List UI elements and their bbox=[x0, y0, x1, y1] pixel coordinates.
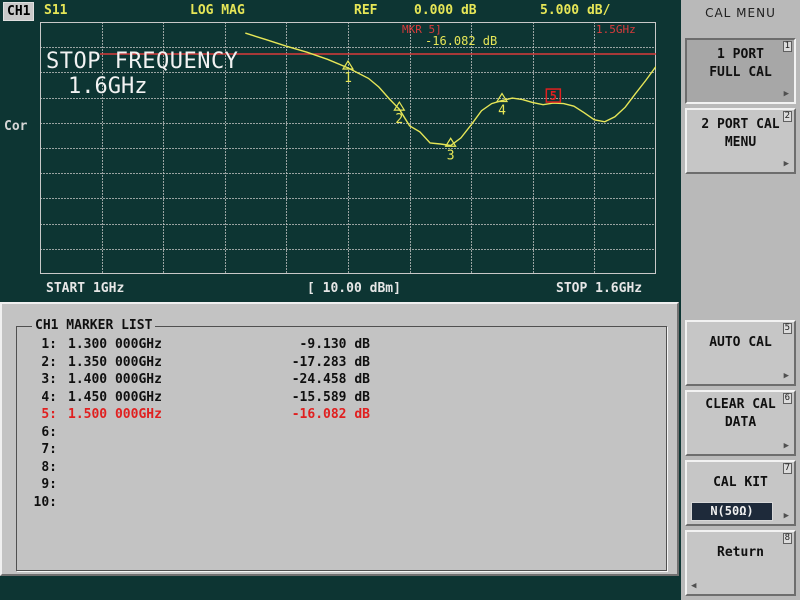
marker-list-row: 9: bbox=[2, 477, 662, 494]
marker-frequency: 1.500 000GHz bbox=[68, 407, 162, 422]
softkey-label-line1: CLEAR CAL bbox=[705, 397, 776, 412]
source-power: [ 10.00 dBm] bbox=[307, 281, 401, 296]
marker-index: 1: bbox=[41, 337, 57, 352]
marker-index: 5: bbox=[41, 407, 57, 422]
softkey-label-line1: CAL KIT bbox=[713, 475, 768, 490]
marker-list-row: 7: bbox=[2, 442, 662, 459]
marker-index: 9: bbox=[41, 477, 57, 492]
correction-indicator: Cor bbox=[4, 119, 28, 134]
softkey-label-line1: 2 PORT CAL bbox=[701, 117, 780, 132]
marker-4-label: 4 bbox=[498, 104, 506, 119]
marker-frequency: 1.300 000GHz bbox=[68, 337, 162, 352]
analyzer-screen: CH1 S11 LOG MAG REF 0.000 dB 5.000 dB/ C… bbox=[0, 0, 681, 600]
marker-frequency: 1.350 000GHz bbox=[68, 354, 162, 370]
submenu-arrow-icon: ▶ bbox=[783, 441, 789, 451]
softkey-label-line2: FULL CAL bbox=[709, 65, 772, 80]
softkey-number: 5 bbox=[782, 323, 792, 334]
softkey-menu: CAL MENU 1 1 PORT FULL CAL ▶ 2 2 PORT CA… bbox=[681, 0, 800, 600]
marker-index: 2: bbox=[41, 354, 57, 370]
marker-list-row: 3: 1.400 000GHz -24.458 dB bbox=[2, 372, 662, 389]
softkey-label-line1: 1 PORT bbox=[717, 47, 764, 62]
marker-value: -15.589 dB bbox=[291, 389, 370, 405]
bottom-status-bar: START 1GHz [ 10.00 dBm] STOP 1.6GHz bbox=[0, 280, 681, 298]
marker-list-title: CH1 MARKER LIST bbox=[32, 318, 156, 333]
marker-list-row: 8: bbox=[2, 460, 662, 477]
cal-kit-button[interactable]: 7 CAL KIT N(50Ω) ▶ bbox=[685, 460, 796, 526]
parameter-label: S11 bbox=[44, 3, 68, 18]
submenu-arrow-icon: ▶ bbox=[783, 89, 789, 99]
marker-list-row: 2: 1.350 000GHz -17.283 dB bbox=[2, 355, 662, 372]
marker-list-row: 10: bbox=[2, 495, 662, 512]
active-marker-value: -16.082 dB bbox=[425, 34, 498, 48]
back-arrow-icon: ◀ bbox=[691, 581, 697, 591]
marker-index: 7: bbox=[41, 442, 57, 457]
one-port-full-cal-button[interactable]: 1 1 PORT FULL CAL ▶ bbox=[685, 38, 796, 104]
softkey-label-line1: AUTO CAL bbox=[709, 335, 772, 350]
stop-frequency: STOP 1.6GHz bbox=[556, 281, 643, 296]
marker-list-row: 5: 1.500 000GHz -16.082 dB bbox=[2, 407, 662, 424]
marker-index: 8: bbox=[41, 459, 57, 475]
scale-value: 5.000 dB/ bbox=[540, 3, 611, 18]
active-marker-frequency: 1.5GHz bbox=[596, 23, 636, 36]
submenu-arrow-icon: ▶ bbox=[783, 159, 789, 169]
marker-1-label: 1 bbox=[344, 71, 352, 86]
marker-list-row: 4: 1.450 000GHz -15.589 dB bbox=[2, 390, 662, 407]
submenu-arrow-icon: ▶ bbox=[783, 511, 789, 521]
format-label: LOG MAG bbox=[190, 3, 245, 18]
top-status-bar: CH1 S11 LOG MAG REF 0.000 dB 5.000 dB/ bbox=[0, 0, 681, 22]
marker-list-row: 1: 1.300 000GHz -9.130 dB bbox=[2, 337, 662, 354]
ref-value: 0.000 dB bbox=[414, 3, 477, 18]
softkey-label-line1: Return bbox=[717, 545, 764, 560]
ref-label: REF bbox=[354, 3, 378, 18]
entry-title: STOP FREQUENCY bbox=[46, 49, 239, 74]
clear-cal-data-button[interactable]: 6 CLEAR CAL DATA ▶ bbox=[685, 390, 796, 456]
entry-value: 1.6GHz bbox=[68, 74, 148, 99]
softkey-label-line2: DATA bbox=[724, 415, 757, 430]
marker-index: 6: bbox=[41, 424, 57, 440]
softkey-number: 7 bbox=[782, 463, 792, 474]
softkey-number: 8 bbox=[782, 533, 792, 544]
return-button[interactable]: 8 Return ◀ bbox=[685, 530, 796, 596]
marker-frequency: 1.400 000GHz bbox=[68, 372, 162, 387]
channel-label[interactable]: CH1 bbox=[3, 2, 35, 21]
marker-list-row: 6: bbox=[2, 425, 662, 442]
marker-index: 3: bbox=[41, 372, 57, 387]
marker-list-panel: CH1 MARKER LIST 1: 1.300 000GHz -9.130 dB 2… bbox=[0, 302, 679, 576]
marker-value: -24.458 dB bbox=[291, 372, 370, 387]
marker-3-label: 3 bbox=[447, 148, 455, 163]
marker-index: 10: bbox=[33, 494, 57, 510]
start-frequency: START 1GHz bbox=[46, 281, 125, 296]
cal-kit-value: N(50Ω) bbox=[691, 502, 773, 521]
submenu-arrow-icon: ▶ bbox=[783, 371, 789, 381]
marker-5-label: 5 bbox=[550, 89, 557, 103]
marker-value: -17.283 dB bbox=[291, 354, 370, 370]
marker-frequency: 1.450 000GHz bbox=[68, 389, 162, 405]
menu-title: CAL MENU bbox=[705, 6, 776, 20]
two-port-cal-menu-button[interactable]: 2 2 PORT CAL MENU ▶ bbox=[685, 108, 796, 174]
auto-cal-button[interactable]: 5 AUTO CAL ▶ bbox=[685, 320, 796, 386]
marker-2-label: 2 bbox=[395, 112, 403, 127]
softkey-label-line2: MENU bbox=[724, 135, 757, 150]
marker-index: 4: bbox=[41, 389, 57, 405]
marker-value: -9.130 dB bbox=[299, 337, 370, 352]
marker-value: -16.082 dB bbox=[291, 407, 370, 422]
